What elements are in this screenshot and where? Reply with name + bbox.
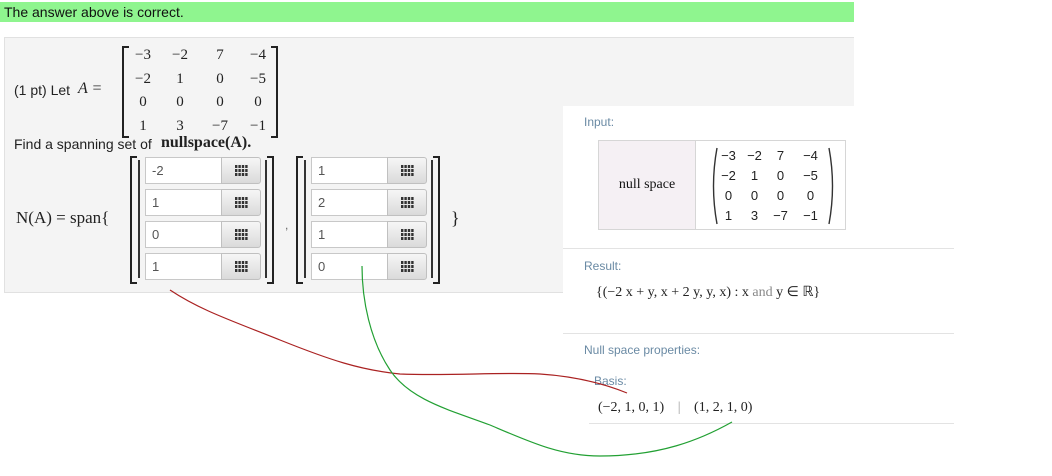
annotation-red-line <box>169 289 628 394</box>
annotation-overlay <box>169 265 733 457</box>
annotation-green-line <box>361 265 733 457</box>
